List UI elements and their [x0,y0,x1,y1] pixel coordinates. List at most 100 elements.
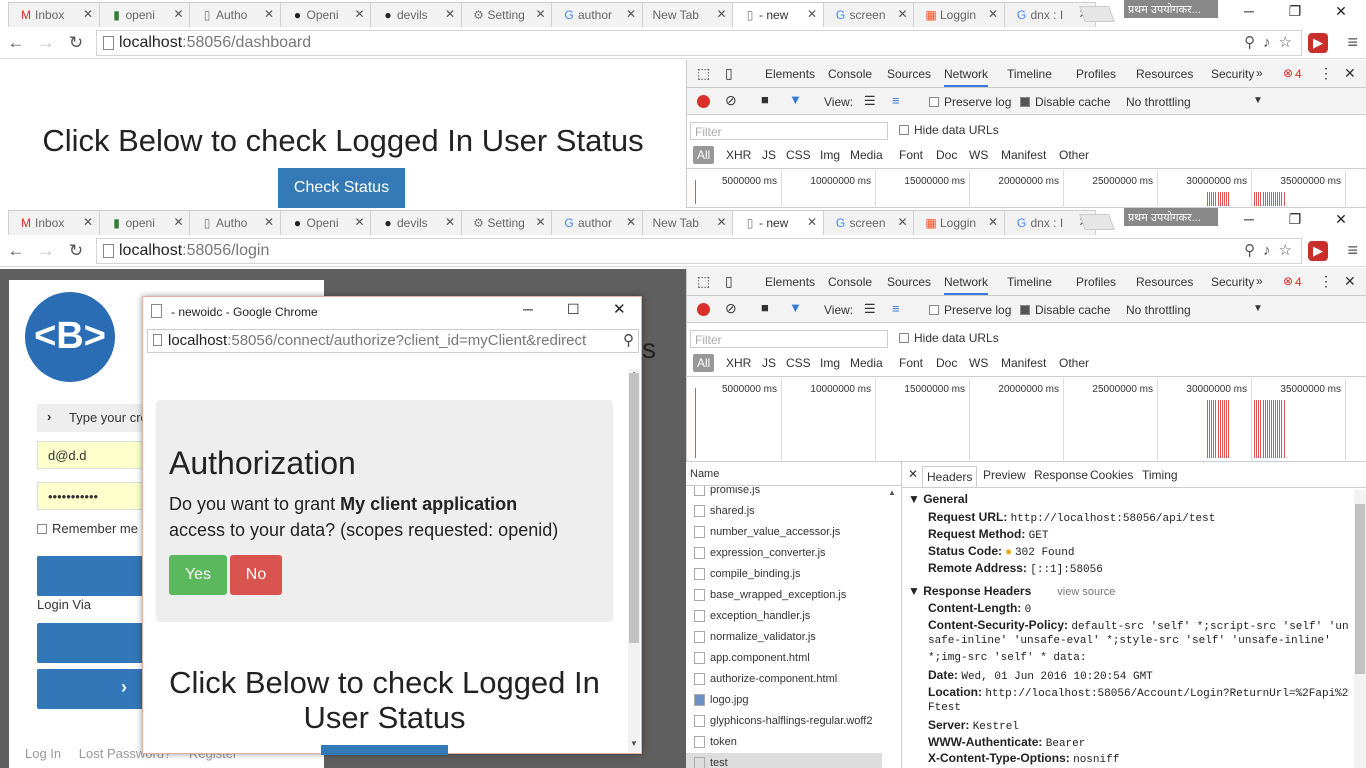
close-devtools-icon[interactable]: ✕ [1344,273,1356,290]
close-icon[interactable]: ✕ [613,300,626,318]
tab-0[interactable]: M Inbox ✕ [8,210,100,235]
close-icon[interactable]: ✕ [535,215,545,229]
filter-other[interactable]: Other [1059,356,1089,370]
close-icon[interactable]: ✕ [897,7,907,21]
scroll-down-icon[interactable]: ▼ [630,739,638,748]
filter-icon[interactable]: ▼ [789,92,802,107]
forward-icon[interactable]: → [36,241,56,261]
filter-xhr[interactable]: XHR [726,356,751,370]
tab-6[interactable]: Gauthor ✕ [551,210,643,235]
device-mode-icon[interactable]: ▯ [725,65,733,82]
filter-all[interactable]: All [693,354,715,372]
tab-7[interactable]: New Tab ✕ [641,210,734,235]
throttling-select[interactable]: No throttling [1126,303,1191,317]
camera-icon[interactable]: ■ [761,300,769,315]
name-column-header[interactable]: Name [686,462,901,486]
close-icon[interactable]: ✕ [1326,3,1356,20]
tab-2[interactable]: ▯ Autho ✕ [189,210,281,235]
tab-2[interactable]: ▯ Autho ✕ [189,2,281,27]
close-icon[interactable]: ✕ [173,7,183,21]
details-tab-headers[interactable]: Headers [922,466,978,487]
overview-icon[interactable]: ≡ [892,93,900,108]
tab-profiles[interactable]: Profiles [1076,275,1116,289]
tab-console[interactable]: Console [828,67,872,81]
tab-5[interactable]: ⚙ Setting ✕ [460,210,553,235]
filter-css[interactable]: CSS [786,148,811,162]
omnibox-icons[interactable]: ⚲♪☆ [1244,241,1300,259]
tab-4[interactable]: ● devils ✕ [370,210,462,235]
checkbox[interactable] [929,97,939,107]
filter-font[interactable]: Font [899,148,923,162]
restore-icon[interactable]: ❐ [1280,3,1310,20]
details-tab-preview[interactable]: Preview [983,468,1026,482]
close-icon[interactable]: ✕ [807,215,817,229]
extension-icon[interactable]: ▶ [1308,33,1328,53]
no-button[interactable]: No [230,555,282,595]
minimize-icon[interactable]: ─ [1234,3,1264,19]
tab-resources[interactable]: Resources [1136,67,1193,81]
back-icon[interactable]: ← [6,33,26,53]
tab-1[interactable]: ▮ openi ✕ [98,2,191,27]
remember-checkbox[interactable] [37,524,47,534]
yes-button[interactable]: Yes [169,555,227,595]
filter-input[interactable]: Filter [690,330,888,348]
preserve-log-checkbox[interactable]: Preserve log [929,95,1011,109]
tab-9[interactable]: Gscreen ✕ [822,2,915,27]
checkbox[interactable] [1020,97,1030,107]
large-rows-icon[interactable]: ☰ [864,93,876,109]
filter-xhr[interactable]: XHR [726,148,751,162]
request-row[interactable]: test [686,753,882,768]
error-icon[interactable]: ⊗ [1283,66,1293,80]
log-in-link[interactable]: Log In [25,746,61,761]
close-icon[interactable]: ✕ [445,7,455,21]
filter-img[interactable]: Img [820,356,840,370]
request-row[interactable]: logo.jpg [686,690,882,711]
profile-button[interactable]: प्रथम उपयोगकर... [1124,0,1218,18]
overview-icon[interactable]: ≡ [892,301,900,316]
inspect-icon[interactable]: ⬚ [697,65,710,82]
close-icon[interactable]: ✕ [83,215,93,229]
details-tab-response[interactable]: Response [1034,468,1088,482]
request-row[interactable]: number_value_accessor.js [686,522,882,543]
request-row[interactable]: authorize-component.html [686,669,882,690]
menu-icon[interactable]: ≡ [1347,32,1358,53]
close-icon[interactable]: ✕ [716,7,726,21]
request-row[interactable]: compile_binding.js [686,564,882,585]
filter-img[interactable]: Img [820,148,840,162]
filter-other[interactable]: Other [1059,148,1089,162]
close-icon[interactable]: ✕ [988,7,998,21]
preserve-log-checkbox[interactable]: Preserve log [929,303,1011,317]
tab-10[interactable]: ▦ Loggin ✕ [913,210,1005,235]
checkbox[interactable] [1020,305,1030,315]
request-row[interactable]: normalize_validator.js [686,627,882,648]
check-status-button[interactable]: Check Status [278,168,405,208]
tab-8[interactable]: ▯ - new ✕ [732,2,824,27]
view-source-link[interactable]: view source [1057,586,1115,598]
tab-3[interactable]: ● Openi ✕ [279,2,372,27]
close-icon[interactable]: ✕ [535,7,545,21]
filter-js[interactable]: JS [762,148,776,162]
request-row[interactable]: expression_converter.js [686,543,882,564]
tab-sources[interactable]: Sources [887,67,931,81]
tab-profiles[interactable]: Profiles [1076,67,1116,81]
checkbox[interactable] [929,305,939,315]
scrollbar[interactable]: ▲ ▼ [628,369,640,752]
clear-icon[interactable]: ⊘ [725,92,737,109]
request-row[interactable]: app.component.html [686,648,882,669]
tab-network[interactable]: Network [944,67,989,87]
profile-button[interactable]: प्रथम उपयोगकर... [1124,208,1218,226]
menu-icon[interactable]: ≡ [1347,240,1358,261]
tab-1[interactable]: ▮ openi ✕ [98,210,191,235]
scrollbar-thumb[interactable] [1355,504,1365,674]
record-icon[interactable] [697,95,710,108]
tab-security[interactable]: Security [1211,275,1254,289]
filter-font[interactable]: Font [899,356,923,370]
general-section-title[interactable]: ▼ General [908,492,968,506]
close-icon[interactable]: ✕ [354,7,364,21]
request-row[interactable]: glyphicons-halflings-regular.woff2 [686,711,882,732]
more-options-icon[interactable]: ⋮ [1319,65,1333,82]
address-bar[interactable]: localhost:58056/login [96,238,1302,264]
close-icon[interactable]: ✕ [807,7,817,21]
more-tabs-icon[interactable]: » [1256,274,1263,288]
details-tab-timing[interactable]: Timing [1142,468,1178,482]
